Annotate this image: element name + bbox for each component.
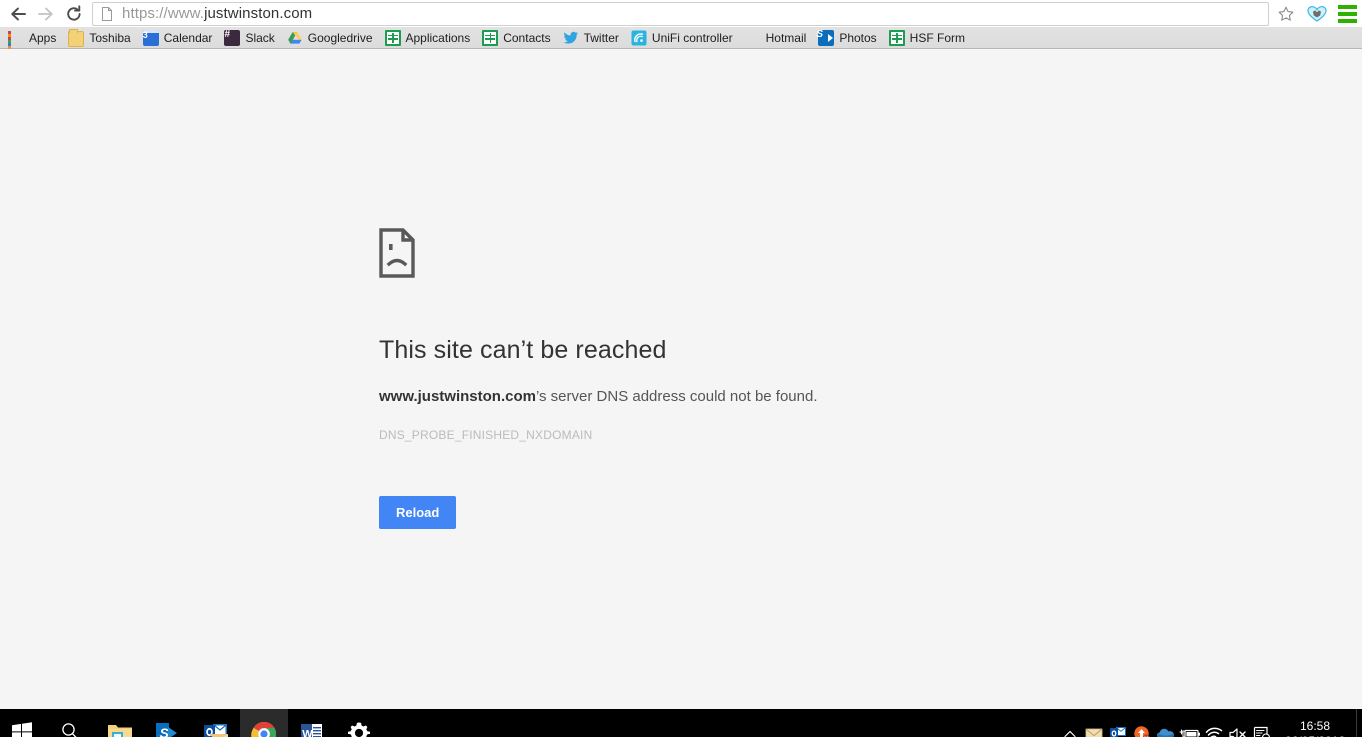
bookmark-label: Photos [839,32,876,44]
error-subtitle: www.justwinston.com’s server DNS address… [379,389,999,404]
reload-button-toolbar[interactable] [60,1,88,27]
bookmark-label: Apps [29,32,56,44]
taskbar-settings[interactable] [336,709,384,737]
sheets-icon [385,30,401,46]
page-content-area: This site can’t be reached www.justwinst… [0,49,1362,709]
battery-plugged-icon[interactable] [1178,720,1202,737]
error-code: DNS_PROBE_FINISHED_NXDOMAIN [379,429,999,441]
action-center-icon[interactable] [1250,720,1274,737]
magnifier-icon [59,721,85,737]
page-title: This site can’t be reached [379,338,999,363]
bookmark-unifi[interactable]: UniFi controller [629,28,739,48]
taskbar-outlook[interactable] [192,709,240,737]
extension-heart-icon[interactable] [1302,1,1332,27]
bookmark-hotmail[interactable]: Hotmail [743,28,813,48]
taskbar-clock[interactable]: 16:58 06/05/2016 [1274,719,1356,737]
taskbar-google-chrome[interactable] [240,709,288,737]
windows-taskbar: S [0,709,1362,737]
url-text: https://www.justwinston.com [122,6,312,21]
bookmark-contacts[interactable]: Contacts [480,28,556,48]
bookmark-hsf-form[interactable]: HSF Form [887,28,971,48]
bookmark-googledrive[interactable]: Googledrive [285,28,379,48]
bookmark-label: Contacts [503,32,550,44]
slack-hash-glyph: # [224,29,230,40]
address-bar[interactable]: https://www.justwinston.com [92,2,1269,26]
taskbar-items: S [0,709,384,737]
start-button[interactable] [0,709,48,737]
taskbar-microsoft-word[interactable]: W [288,709,336,737]
bookmark-label: Toshiba [89,32,130,44]
bookmark-photos[interactable]: S Photos [816,28,882,48]
word-icon: W [299,721,325,737]
sharepoint-icon: S [818,30,834,46]
show-desktop-button[interactable] [1356,709,1362,737]
bookmark-label: Slack [245,32,274,44]
bookmark-label: Applications [406,32,471,44]
url-host: justwinston.com [204,5,312,22]
wifi-icon[interactable] [1202,720,1226,737]
taskbar-skype-for-business[interactable]: S [144,709,192,737]
outlook-icon [203,721,229,737]
orange-alert-icon[interactable] [1130,720,1154,737]
bookmark-twitter[interactable]: Twitter [561,28,625,48]
twitter-bird-icon [563,30,579,46]
outlook-tray-icon[interactable] [1106,720,1130,737]
bookmark-calendar[interactable]: 3 Calendar [141,28,219,48]
browser-chrome: https://www.justwinston.com Apps [0,0,1362,49]
bookmark-label: UniFi controller [652,32,733,44]
bookmark-slack[interactable]: # Slack [222,28,280,48]
system-tray: 16:58 06/05/2016 [1058,709,1362,737]
bookmarks-bar: Apps Toshiba 3 Calendar # Slack [0,27,1362,49]
hamburger-menu-icon [1338,5,1357,23]
chrome-icon [251,721,277,737]
forward-button[interactable] [32,1,60,27]
apps-grid-icon [8,31,24,47]
back-button[interactable] [4,1,32,27]
microsoft-squares-icon [745,31,761,47]
bookmark-label: Hotmail [766,32,807,44]
calendar-icon: 3 [143,30,159,46]
folder-icon [68,31,84,47]
search-button[interactable] [48,709,96,737]
calendar-day-number: 3 [143,30,148,40]
mail-notification-icon[interactable] [1082,720,1106,737]
slack-hash-icon: # [224,30,240,46]
skype-business-icon: S [155,721,181,737]
bookmark-label: Twitter [584,32,619,44]
chrome-menu-button[interactable] [1332,1,1362,27]
bookmark-apps[interactable]: Apps [6,28,62,48]
windows-logo-icon [11,721,37,737]
sad-document-icon [379,228,415,278]
bookmark-label: Googledrive [308,32,373,44]
browser-toolbar: https://www.justwinston.com [0,0,1362,27]
bookmark-label: HSF Form [910,32,965,44]
reload-button[interactable]: Reload [379,496,456,529]
taskbar-file-explorer[interactable] [96,709,144,737]
show-hidden-icons-button[interactable] [1058,720,1082,737]
svg-text:W: W [302,729,313,737]
sheets-icon [482,30,498,46]
bookmark-label: Calendar [164,32,213,44]
sharepoint-letter: S [816,29,823,40]
sheets-icon [889,30,905,46]
url-scheme: https://www. [122,5,204,22]
file-explorer-icon [107,721,133,737]
error-host: www.justwinston.com [379,388,536,405]
error-subtitle-rest: ’s server DNS address could not be found… [536,388,818,405]
clock-time: 16:58 [1278,719,1352,734]
bookmark-applications[interactable]: Applications [383,28,477,48]
onedrive-cloud-icon[interactable] [1154,720,1178,737]
page-info-icon[interactable] [99,6,115,22]
speaker-muted-icon[interactable] [1226,720,1250,737]
error-block: This site can’t be reached www.justwinst… [379,228,999,529]
unifi-icon [631,30,647,46]
google-drive-icon [287,30,303,46]
bookmark-star-icon[interactable] [1271,1,1301,27]
bookmark-toshiba[interactable]: Toshiba [66,28,136,48]
gear-icon [347,721,373,737]
